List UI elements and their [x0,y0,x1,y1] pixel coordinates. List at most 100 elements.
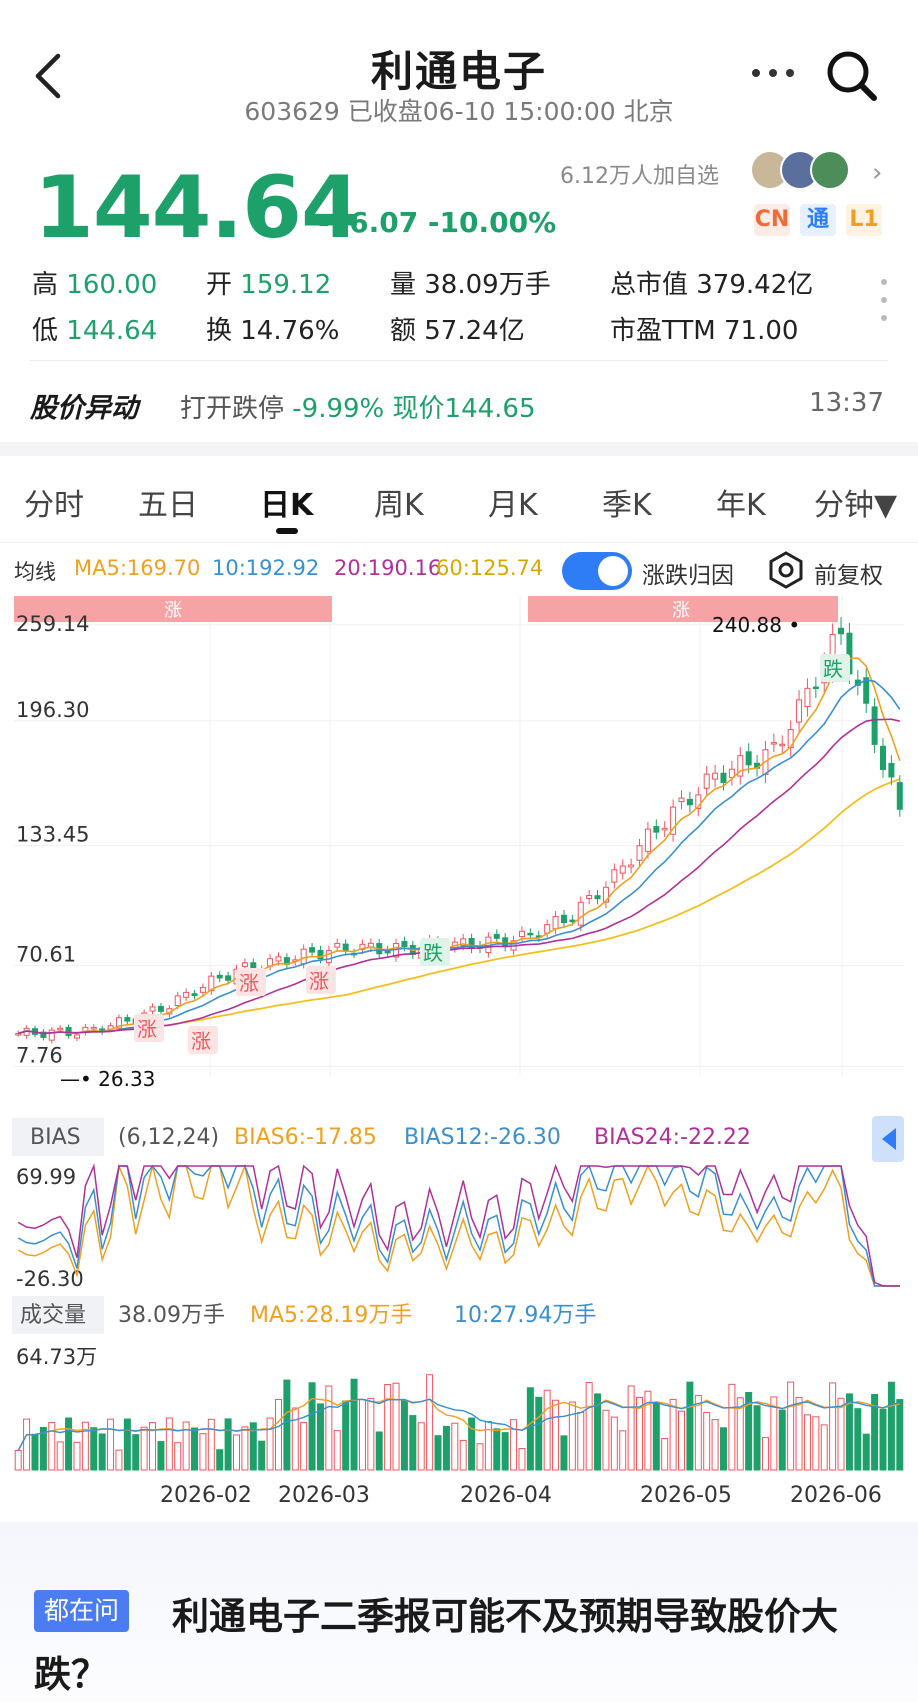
candle-body [493,933,500,939]
candlesticks [15,617,903,1044]
tab-fenzhong[interactable]: 分钟▼ [814,480,897,524]
tab-wuri[interactable]: 五日 [138,480,198,524]
chevron-right-icon[interactable]: › [872,158,882,188]
volume-bar [14,1450,22,1471]
candle-body [636,845,643,861]
tab-yuek[interactable]: 月K [488,480,538,524]
candle-body [225,975,232,981]
toggle-knob [598,556,628,586]
volume-bar [115,1449,123,1471]
volume-bar [476,1443,484,1471]
stat-open: 开 159.12 [206,264,331,301]
candle-body [804,687,811,708]
candle-body [686,798,693,806]
watchers-count[interactable]: 6.12万人加自选 [560,158,719,190]
fall-tag: 跌 [823,657,843,681]
candle-body [628,864,635,868]
fall-tag: 跌 [423,941,443,965]
candle-body [124,1017,131,1022]
candle-body [661,827,668,831]
volume-bar [23,1418,31,1471]
candle-body [518,930,525,938]
expand-dots-icon[interactable] [880,278,888,322]
volume-bar [90,1427,98,1471]
volume-bar [157,1441,165,1471]
candle-body [812,686,819,690]
volume-bar [619,1430,627,1471]
candle-body [65,1026,72,1037]
stat-volume: 量 38.09万手 [390,270,551,300]
stat-low: 低 144.64 [32,310,157,347]
volume-bar [719,1427,727,1471]
price-axis-label: 196.30 [16,698,89,722]
rise-tag: 涨 [191,1029,211,1053]
tab-zhouk[interactable]: 周K [374,480,424,524]
price-axis-label: 70.61 [16,943,76,967]
ma20-value: 20:190.16 [334,556,442,580]
volume-bar [308,1382,316,1471]
candle-body [712,772,719,780]
volume-bar [686,1381,694,1471]
bias24-line [17,1163,900,1287]
candle-body [174,995,181,1007]
question-text[interactable]: 利通电子二季报可能不及预期导致股价大跌？ [34,1588,884,1704]
bias-axis-bottom: -26.30 [16,1267,84,1291]
adjust-settings-icon[interactable] [766,550,806,590]
volume-bar [283,1379,291,1471]
search-icon[interactable] [824,48,880,104]
badge-l1: L1 [846,204,882,236]
candle-body [871,706,878,745]
candle-body [325,950,332,964]
volume-bar [73,1441,81,1471]
volume-bar [426,1374,434,1471]
volume-bar [837,1397,845,1471]
volume-bar [568,1401,576,1471]
candle-body [73,1034,80,1039]
tab-fenshi[interactable]: 分时 [24,480,84,524]
stat-pe: 市盈TTM 71.00 [610,316,799,346]
price-axis-label: 7.76 [16,1043,63,1067]
candle-body [275,956,282,962]
candle-body [560,914,567,924]
stat-label: 低 [32,316,59,346]
tab-indicator [276,528,298,534]
price-axis-label: 133.45 [16,823,89,847]
tab-jik[interactable]: 季K [602,480,652,524]
volume-bar [577,1411,585,1471]
candle-body [619,865,626,874]
kline-chart[interactable]: BIAS (6,12,24) BIAS6:-17.85 BIAS12:-26.30 BI… [0,596,918,1516]
alert-title: 股价异动 [30,393,138,424]
candle-body [653,826,660,833]
attribution-label: 涨跌归因 [642,563,734,589]
stat-value: 160.00 [66,270,158,300]
watcher-avatars[interactable] [750,150,860,190]
volume-bar [274,1398,282,1471]
volume-bar [845,1393,853,1471]
volume-bar [207,1418,215,1471]
attribution-toggle[interactable] [562,552,632,590]
candle-body [644,828,651,852]
tab-rik[interactable]: 日K [260,480,313,524]
volume-bar [224,1418,232,1471]
candle-body [678,797,685,803]
header: 利通电子 603629 已收盘06-10 15:00:00 北京 [0,0,918,140]
alert-message[interactable]: 打开跌停 -9.99% 现价144.65 [180,388,536,425]
volume-bar [451,1422,459,1471]
volume-bar [829,1382,837,1471]
volume-bar [199,1433,207,1471]
alert-pct: -9.99% [292,394,385,424]
bias6-value: BIAS6:-17.85 [234,1125,377,1150]
candle-body [594,895,601,900]
volume-bar [123,1418,131,1471]
more-icon[interactable] [748,58,798,88]
volume-panel: 成交量 38.09万手 MA5:28.19万手 10:27.94万手 64.73万 202… [12,1296,904,1508]
candle-body [241,962,248,967]
tab-niank[interactable]: 年K [716,480,766,524]
section-separator [0,442,918,456]
volume-bar [392,1382,400,1471]
candle-body [502,937,509,948]
price-adjust-label[interactable]: 前复权 [814,556,883,590]
bias-panel: BIAS (6,12,24) BIAS6:-17.85 BIAS12:-26.30 BI… [12,1116,904,1291]
rise-zone-label: 涨 [164,600,182,621]
stock-status: 603629 已收盘06-10 15:00:00 北京 [244,97,674,126]
